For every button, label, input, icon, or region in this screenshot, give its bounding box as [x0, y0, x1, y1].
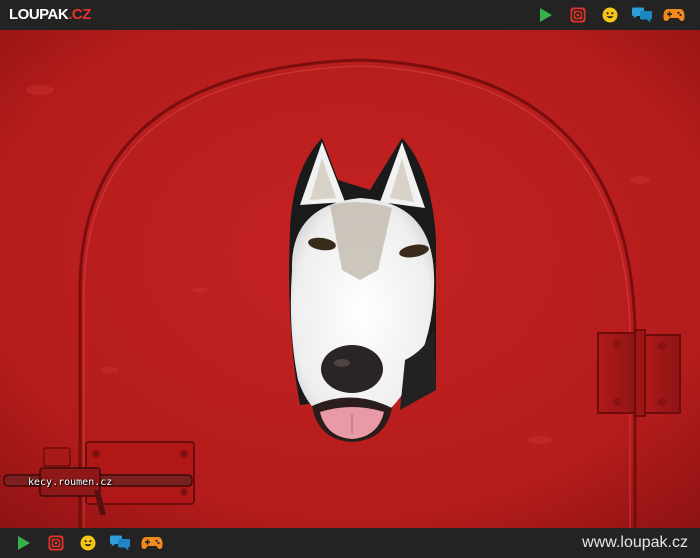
- gamepad-icon[interactable]: [663, 5, 685, 25]
- bottom-icon-bar: [8, 533, 168, 553]
- top-bar: LOUPAK.CZ: [0, 0, 700, 30]
- chat-icon[interactable]: [109, 533, 131, 553]
- logo-main: LOUPAK: [9, 6, 69, 23]
- main-photo: kecy.roumen.cz: [0, 30, 700, 528]
- play-icon[interactable]: [535, 5, 557, 25]
- top-icon-bar: [530, 5, 690, 25]
- site-url[interactable]: www.loupak.cz: [582, 534, 688, 552]
- smiley-icon[interactable]: [77, 533, 99, 553]
- gamepad-icon[interactable]: [141, 533, 163, 553]
- instagram-icon[interactable]: [567, 5, 589, 25]
- chat-icon[interactable]: [631, 5, 653, 25]
- instagram-icon[interactable]: [45, 533, 67, 553]
- play-icon[interactable]: [13, 533, 35, 553]
- site-logo[interactable]: LOUPAK.CZ: [9, 6, 91, 24]
- photo-watermark: kecy.roumen.cz: [28, 477, 113, 488]
- logo-tld: .CZ: [68, 6, 91, 23]
- smiley-icon[interactable]: [599, 5, 621, 25]
- bottom-bar: www.loupak.cz: [0, 528, 700, 558]
- husky-door-illustration: [0, 30, 700, 528]
